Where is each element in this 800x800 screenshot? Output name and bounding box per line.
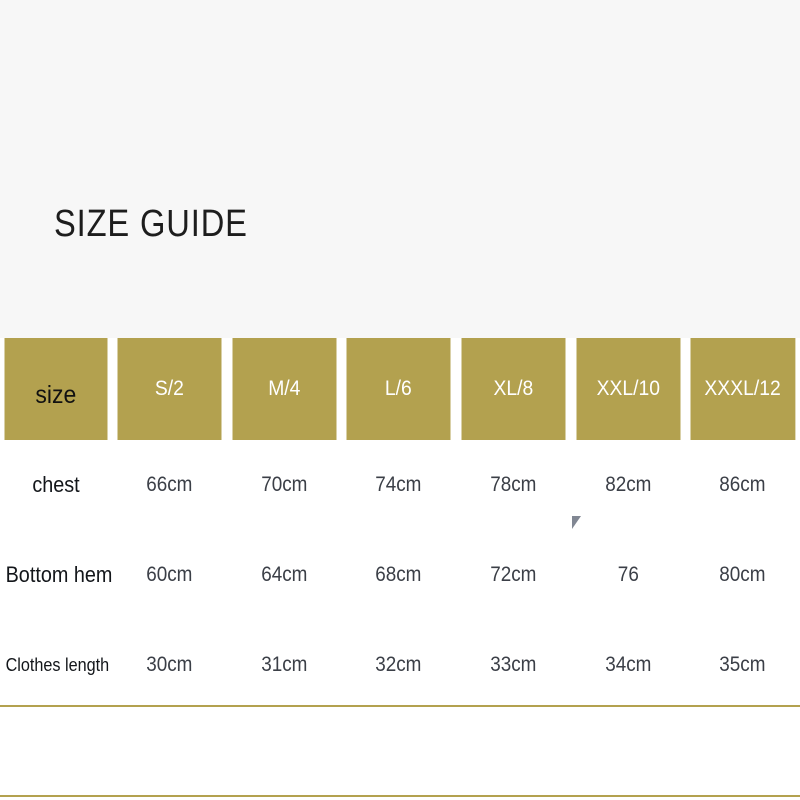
cell-clothes-length-m: 31cm bbox=[232, 620, 336, 710]
cell-bottom-hem-xxxl: 80cm bbox=[691, 530, 795, 620]
title-banner: SIZE GUIDE bbox=[0, 0, 800, 338]
cursor-pointer-icon bbox=[572, 516, 581, 529]
cell-clothes-length-xxxl: 35cm bbox=[691, 620, 795, 710]
cell-bottom-hem-xxl: 76 bbox=[576, 530, 680, 620]
cell-chest-m: 70cm bbox=[232, 440, 336, 530]
cell-clothes-length-xxl: 34cm bbox=[576, 620, 680, 710]
cell-clothes-length-xl: 33cm bbox=[461, 620, 565, 710]
cell-bottom-hem-m: 64cm bbox=[232, 530, 336, 620]
cell-bottom-hem-l: 68cm bbox=[347, 530, 451, 620]
cell-chest-l: 74cm bbox=[347, 440, 451, 530]
size-guide-table: size S/2 M/4 L/6 XL/8 XXL/10 XXXL/12 che… bbox=[0, 338, 800, 710]
cell-bottom-hem-xl: 72cm bbox=[461, 530, 565, 620]
row-label-chest: chest bbox=[5, 440, 107, 530]
table-row: chest 66cm 70cm 74cm 78cm 82cm 86cm bbox=[0, 440, 800, 530]
cell-chest-xxxl: 86cm bbox=[691, 440, 795, 530]
row-label-bottom-hem: Bottom hem bbox=[5, 530, 112, 620]
table-row: Clothes length 30cm 31cm 32cm 33cm 34cm … bbox=[0, 620, 800, 710]
column-header-xl: XL/8 bbox=[460, 338, 567, 440]
cell-clothes-length-l: 32cm bbox=[347, 620, 451, 710]
cell-chest-xxl: 82cm bbox=[576, 440, 680, 530]
table-corner-label: size bbox=[4, 338, 109, 440]
table-header-row: size S/2 M/4 L/6 XL/8 XXL/10 XXXL/12 bbox=[0, 338, 800, 440]
column-header-m: M/4 bbox=[231, 338, 338, 440]
cell-chest-xl: 78cm bbox=[461, 440, 565, 530]
cell-chest-s: 66cm bbox=[117, 440, 221, 530]
column-header-s: S/2 bbox=[116, 338, 223, 440]
column-header-xxl: XXL/10 bbox=[575, 338, 682, 440]
page-title: SIZE GUIDE bbox=[54, 203, 248, 245]
column-header-l: L/6 bbox=[345, 338, 452, 440]
table-bottom-rule bbox=[0, 705, 800, 707]
footer-rule bbox=[0, 795, 800, 797]
size-guide-page: SIZE GUIDE size S/2 M/4 L/6 XL/8 XXL/10 … bbox=[0, 0, 800, 800]
cell-bottom-hem-s: 60cm bbox=[117, 530, 221, 620]
row-label-clothes-length: Clothes length bbox=[5, 620, 109, 710]
column-header-xxxl: XXXL/12 bbox=[689, 338, 796, 440]
cell-clothes-length-s: 30cm bbox=[117, 620, 221, 710]
table-row: Bottom hem 60cm 64cm 68cm 72cm 76 80cm bbox=[0, 530, 800, 620]
